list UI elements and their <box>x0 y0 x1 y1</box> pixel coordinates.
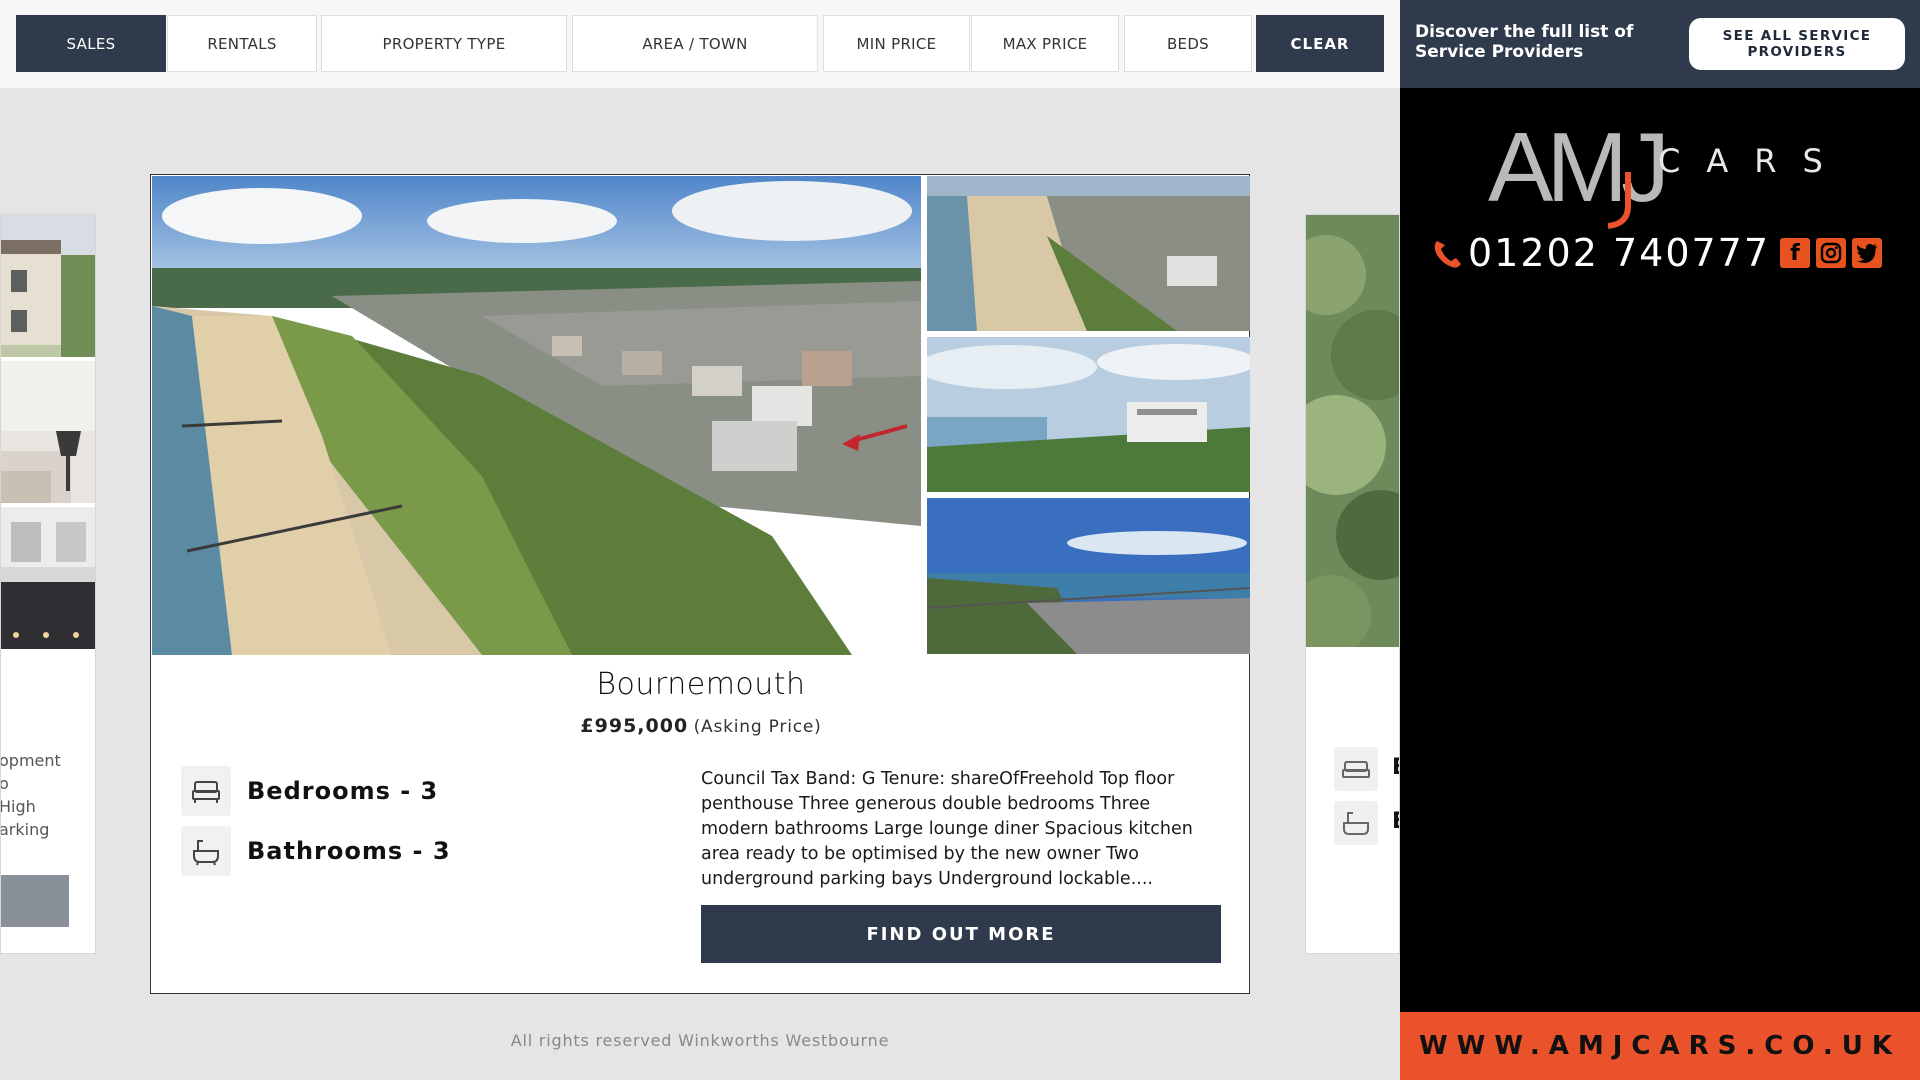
property-description: Council Tax Band: G Tenure: shareOfFreeh… <box>701 769 1193 889</box>
next-property-bathrooms-label: B <box>1392 809 1399 834</box>
previous-property-image-3 <box>1 507 95 649</box>
amj-logo-subtext: CARS <box>1658 142 1849 180</box>
facebook-icon[interactable]: f <box>1780 238 1810 268</box>
next-property-bed-icon <box>1334 747 1378 791</box>
max-price-dropdown[interactable]: MAX PRICE <box>971 15 1119 72</box>
area-town-dropdown[interactable]: AREA / TOWN <box>572 15 818 72</box>
bedrooms-label: Bedrooms - 3 <box>247 777 439 805</box>
property-thumbnail-1[interactable] <box>927 176 1250 331</box>
min-price-dropdown[interactable]: MIN PRICE <box>823 15 970 72</box>
bathrooms-label: Bathrooms - 3 <box>247 837 451 865</box>
next-property-bath-icon <box>1334 801 1378 845</box>
bed-icon <box>181 766 231 816</box>
property-price: £995,000 (Asking Price) <box>151 715 1251 737</box>
previous-property-description: opment o High arking <box>0 751 61 839</box>
property-thumbnail-3[interactable] <box>927 498 1250 654</box>
bath-icon <box>181 826 231 876</box>
property-type-dropdown[interactable]: PROPERTY TYPE <box>321 15 567 72</box>
next-property-image <box>1306 215 1399 647</box>
amj-phone[interactable]: 01202 740777 <box>1430 228 1770 278</box>
amj-logo-text: AMJ <box>1488 112 1670 222</box>
property-thumbnail-2[interactable] <box>927 337 1250 492</box>
amj-url-bar[interactable]: WWW.AMJCARS.CO.UK <box>1400 1012 1920 1080</box>
bedrooms-feature: Bedrooms - 3 <box>181 766 438 816</box>
property-card: Bournemouth £995,000 (Asking Price) Bedr… <box>150 174 1250 994</box>
bathrooms-feature: Bathrooms - 3 <box>181 826 451 876</box>
footer-copyright: All rights reserved Winkworths Westbourn… <box>510 1031 890 1050</box>
find-out-more-button[interactable]: FIND OUT MORE <box>701 905 1221 963</box>
rentals-filter-button[interactable]: RENTALS <box>167 15 317 72</box>
service-providers-text: Discover the full list of Service Provid… <box>1415 22 1634 62</box>
property-title: Bournemouth <box>596 667 806 702</box>
property-main-image[interactable] <box>152 176 921 655</box>
instagram-icon[interactable] <box>1816 238 1846 268</box>
sales-filter-button[interactable]: SALES <box>16 15 166 72</box>
social-links: f <box>1780 238 1882 268</box>
next-property-bedrooms-label: B <box>1392 755 1399 780</box>
sidebar: Discover the full list of Service Provid… <box>1400 0 1920 1080</box>
filter-bar: SALES RENTALS PROPERTY TYPE AREA / TOWN … <box>0 0 1400 88</box>
service-providers-banner: Discover the full list of Service Provid… <box>1400 0 1920 88</box>
previous-property-find-out-more-button[interactable] <box>1 875 69 927</box>
previous-property-card[interactable]: opment o High arking <box>0 214 96 954</box>
amj-website-url: WWW.AMJCARS.CO.UK <box>1418 1031 1902 1061</box>
beds-dropdown[interactable]: BEDS <box>1124 15 1252 72</box>
clear-filters-button[interactable]: CLEAR <box>1256 15 1384 72</box>
amj-logo-swoosh-icon <box>1607 172 1631 229</box>
next-property-card[interactable]: B B <box>1305 214 1400 954</box>
previous-property-image-1 <box>1 215 95 357</box>
price-qualifier: (Asking Price) <box>693 717 822 737</box>
price-amount: £995,000 <box>580 715 689 737</box>
amj-phone-number: 01202 740777 <box>1468 231 1771 275</box>
previous-property-image-2 <box>1 361 95 503</box>
phone-icon <box>1434 241 1461 268</box>
see-all-service-providers-button[interactable]: SEE ALL SERVICE PROVIDERS <box>1689 18 1905 70</box>
twitter-icon[interactable] <box>1852 238 1882 268</box>
